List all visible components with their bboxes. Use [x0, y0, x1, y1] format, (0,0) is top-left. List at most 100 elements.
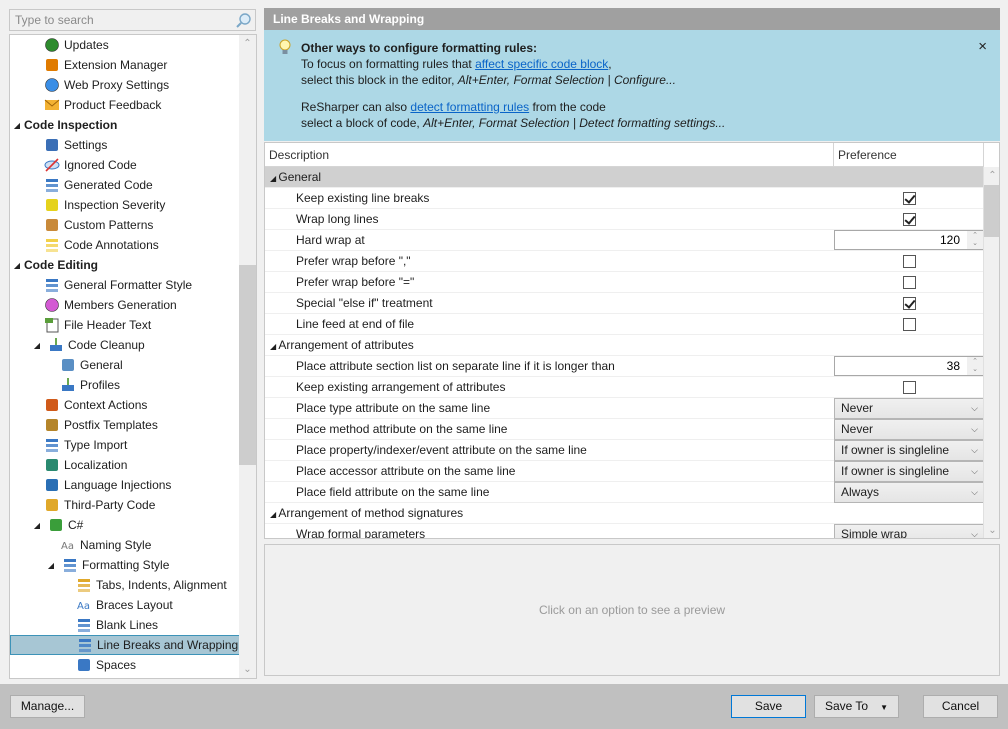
group-row[interactable]: ◢ Arrangement of method signatures	[265, 503, 984, 524]
scroll-up-icon[interactable]: ⌃	[239, 35, 256, 52]
tree-item[interactable]: Third-Party Code	[10, 495, 240, 515]
affect-code-block-link[interactable]: affect specific code block	[475, 57, 608, 71]
option-checkbox[interactable]	[902, 212, 916, 226]
option-checkbox[interactable]	[902, 317, 916, 331]
scroll-down-icon[interactable]: ⌄	[239, 661, 256, 678]
tree-item[interactable]: Generated Code	[10, 175, 240, 195]
tree-item[interactable]: Web Proxy Settings	[10, 75, 240, 95]
option-row[interactable]: Place property/indexer/event attribute o…	[265, 439, 984, 461]
option-checkbox[interactable]	[902, 296, 916, 310]
option-dropdown[interactable]: If owner is singleline ⌵	[834, 460, 984, 482]
option-row[interactable]: Line feed at end of file	[265, 314, 984, 335]
option-row[interactable]: Prefer wrap before ","	[265, 251, 984, 272]
column-header-description[interactable]: Description	[265, 143, 834, 166]
grid-scrollbar[interactable]: ⌃ ⌄	[983, 167, 999, 538]
tree-scrollbar[interactable]: ⌃ ⌄	[239, 35, 256, 678]
group-row[interactable]: ◢ General	[265, 167, 984, 188]
group-row[interactable]: ◢ Arrangement of attributes	[265, 335, 984, 356]
tree-item[interactable]: ◢ Code Editing	[10, 255, 240, 275]
option-row[interactable]: Wrap formal parameters Simple wrap ⌵	[265, 523, 984, 538]
tree-item[interactable]: Inspection Severity	[10, 195, 240, 215]
tree-item[interactable]: Postfix Templates	[10, 415, 240, 435]
info-text: select this block in the editor,	[301, 73, 458, 87]
tree-item[interactable]: File Header Text	[10, 315, 240, 335]
option-row[interactable]: Keep existing line breaks	[265, 188, 984, 209]
option-checkbox[interactable]	[902, 380, 916, 394]
members-generation-icon	[44, 297, 60, 313]
expand-arrow-icon[interactable]: ◢	[46, 561, 56, 570]
number-input[interactable]	[835, 230, 963, 249]
option-dropdown[interactable]: Never ⌵	[834, 418, 984, 440]
tree-item[interactable]: Product Feedback	[10, 95, 240, 115]
option-row[interactable]: Prefer wrap before "="	[265, 272, 984, 293]
dropdown-value: Never	[841, 400, 874, 415]
expand-arrow-icon[interactable]: ◢	[12, 121, 22, 130]
tree-item[interactable]: ◢ C#	[10, 515, 240, 535]
close-icon[interactable]: ×	[978, 39, 987, 55]
group-label: Arrangement of method signatures	[278, 506, 464, 520]
option-row[interactable]: Hard wrap at ⌃⌄	[265, 229, 984, 251]
spinner-icon[interactable]: ⌃ ⌄	[967, 230, 983, 249]
save-to-button[interactable]: Save To ▼	[814, 695, 899, 718]
option-checkbox[interactable]	[902, 275, 916, 289]
option-dropdown[interactable]: Always ⌵	[834, 481, 984, 503]
tree-item[interactable]: Settings	[10, 135, 240, 155]
tree-item[interactable]: Blank Lines	[10, 615, 240, 635]
option-row[interactable]: Place field attribute on the same line Al…	[265, 481, 984, 503]
cancel-button[interactable]: Cancel	[923, 695, 998, 718]
option-row[interactable]: Place type attribute on the same line Nev…	[265, 397, 984, 419]
broom-icon	[60, 377, 76, 393]
search-input[interactable]	[10, 10, 230, 30]
tree-item[interactable]: Ignored Code	[10, 155, 240, 175]
tree-item[interactable]: Tabs, Indents, Alignment	[10, 575, 240, 595]
tree-scrollbar-thumb[interactable]	[239, 265, 256, 465]
tree-item[interactable]: Language Injections	[10, 475, 240, 495]
option-row[interactable]: Place method attribute on the same line N…	[265, 418, 984, 440]
number-stepper[interactable]: ⌃⌄	[834, 355, 984, 376]
option-checkbox[interactable]	[902, 191, 916, 205]
tree-item[interactable]: Aa Naming Style	[10, 535, 240, 555]
tree-item[interactable]: Code Annotations	[10, 235, 240, 255]
search-icon[interactable]	[236, 12, 252, 28]
option-dropdown[interactable]: If owner is singleline ⌵	[834, 439, 984, 461]
tree-item[interactable]: Type Import	[10, 435, 240, 455]
option-row[interactable]: Special "else if" treatment	[265, 293, 984, 314]
scroll-up-icon[interactable]: ⌃	[984, 167, 999, 184]
scroll-down-icon[interactable]: ⌄	[984, 522, 999, 538]
tree-item[interactable]: Line Breaks and Wrapping	[10, 635, 240, 655]
tree-item[interactable]: Spaces	[10, 655, 240, 675]
option-row[interactable]: Place attribute section list on separate…	[265, 355, 984, 377]
number-input[interactable]	[835, 356, 963, 375]
expand-arrow-icon[interactable]: ◢	[12, 261, 22, 270]
save-button[interactable]: Save	[731, 695, 806, 718]
tree-item[interactable]: Extension Manager	[10, 55, 240, 75]
tree-item[interactable]: Localization	[10, 455, 240, 475]
tree-item[interactable]: Members Generation	[10, 295, 240, 315]
expand-arrow-icon[interactable]: ◢	[32, 521, 42, 530]
expand-arrow-icon[interactable]: ◢	[32, 341, 42, 350]
tree-item[interactable]: Aa Braces Layout	[10, 595, 240, 615]
option-row[interactable]: Place accessor attribute on the same lin…	[265, 460, 984, 482]
tree-item[interactable]: ◢ Code Cleanup	[10, 335, 240, 355]
spinner-icon[interactable]: ⌃ ⌄	[967, 356, 983, 375]
tree-item[interactable]: Updates	[10, 35, 240, 55]
number-stepper[interactable]: ⌃⌄	[834, 229, 984, 250]
info-shortcut: Alt+Enter, Format Selection | Detect for…	[423, 116, 726, 130]
option-row[interactable]: Wrap long lines	[265, 209, 984, 230]
tree-item[interactable]: ◢ Code Inspection	[10, 115, 240, 135]
grid-scrollbar-thumb[interactable]	[984, 185, 999, 237]
tree-item[interactable]: General Formatter Style	[10, 275, 240, 295]
option-checkbox[interactable]	[902, 254, 916, 268]
tree-item[interactable]: Context Actions	[10, 395, 240, 415]
envelope-icon	[44, 97, 60, 113]
tree-item[interactable]: Custom Patterns	[10, 215, 240, 235]
tree-item[interactable]: General	[10, 355, 240, 375]
option-dropdown[interactable]: Never ⌵	[834, 397, 984, 419]
tree-item[interactable]: ◢ Formatting Style	[10, 555, 240, 575]
option-row[interactable]: Keep existing arrangement of attributes	[265, 377, 984, 398]
column-header-preference[interactable]: Preference	[834, 143, 984, 166]
option-dropdown[interactable]: Simple wrap ⌵	[834, 523, 984, 538]
tree-item[interactable]: Profiles	[10, 375, 240, 395]
manage-button[interactable]: Manage...	[10, 695, 85, 718]
detect-formatting-link[interactable]: detect formatting rules	[410, 100, 529, 114]
